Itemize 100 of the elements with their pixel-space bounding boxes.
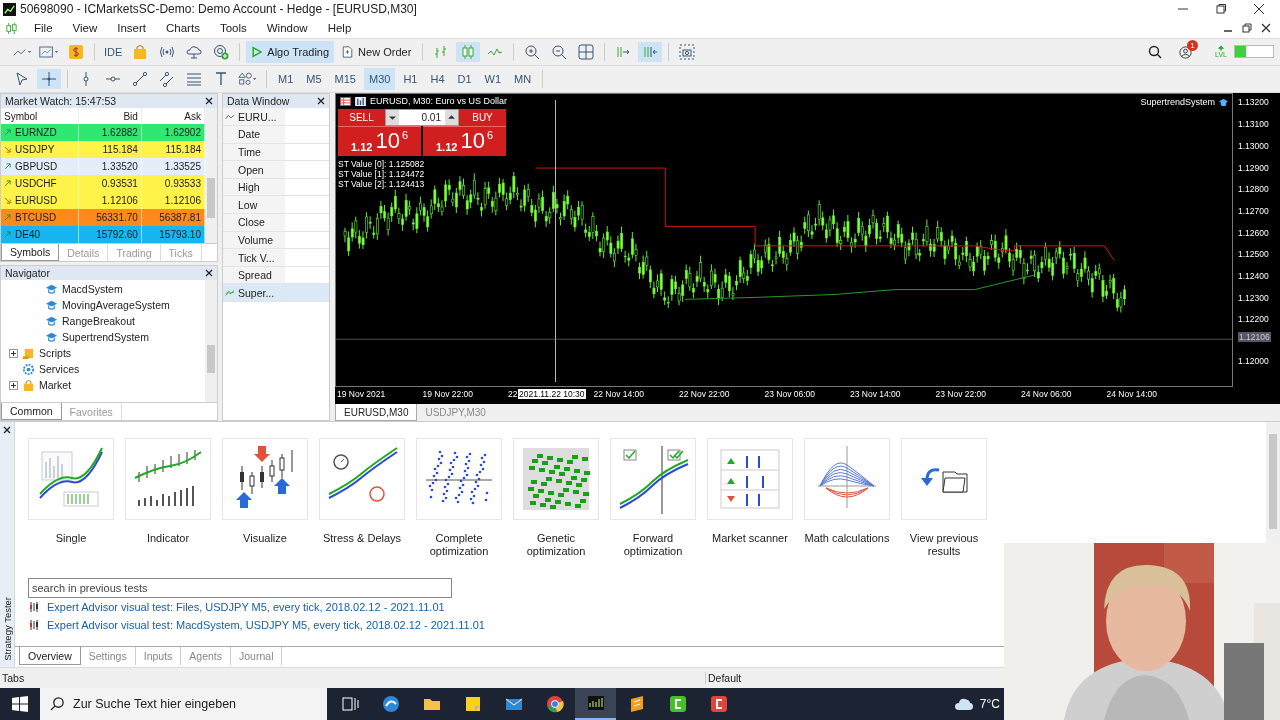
close-icon[interactable] — [205, 269, 213, 278]
mode-tile[interactable] — [610, 438, 696, 521]
data-label: Low — [238, 198, 258, 211]
menu-item[interactable]: Help — [317, 22, 362, 35]
tree-item[interactable]: MovingAverageSystem — [62, 299, 170, 312]
mode-tile[interactable] — [901, 438, 987, 521]
timeframe-button[interactable]: H1 — [398, 68, 423, 91]
mode-label[interactable]: Math calculations — [804, 532, 890, 546]
tree-item[interactable]: Services — [39, 363, 80, 376]
tree-item[interactable]: MacdSystem — [62, 283, 123, 296]
chart-tab[interactable]: EURUSD,M30 — [335, 404, 418, 422]
new-order-button[interactable]: New Order — [337, 40, 417, 63]
tree-item[interactable]: Market — [39, 379, 72, 392]
expand-toggle[interactable] — [9, 349, 18, 358]
mode-tile[interactable] — [707, 438, 793, 521]
mode-tile[interactable] — [319, 438, 405, 521]
browser-icon[interactable] — [544, 694, 565, 714]
up-arrow-icon[interactable] — [1217, 45, 1226, 52]
expand-toggle[interactable] — [9, 381, 18, 390]
tree-item[interactable]: SupertrendSystem — [62, 331, 149, 344]
tree-item[interactable]: Scripts — [39, 347, 72, 360]
table-icon[interactable] — [340, 97, 351, 106]
scroll-thumb[interactable] — [1269, 434, 1277, 530]
menu-item[interactable]: File — [24, 22, 63, 35]
scroll-thumb[interactable] — [207, 178, 215, 219]
history-link[interactable]: Expert Advisor visual test: MacdSystem, USDJPY M5, every tick, 2018.02.12 - 2021.11.01 — [47, 619, 485, 632]
timeframe-button[interactable]: M15 — [329, 68, 361, 91]
search-field[interactable]: search in previous tests — [28, 578, 452, 599]
mode-tile[interactable] — [416, 438, 502, 521]
tester-tab[interactable]: Overview — [19, 647, 81, 666]
symbol-row[interactable]: DE40 15792.60 15793.10 — [1, 226, 205, 244]
timeframe-button[interactable]: M1 — [273, 68, 299, 91]
cloud-icon[interactable] — [953, 697, 974, 711]
mode-tile[interactable] — [222, 438, 308, 521]
mode-label[interactable]: Stress & Delays — [322, 532, 402, 546]
history-link[interactable]: Expert Advisor visual test: Files, USDJPY M5, every tick, 2018.02.12 - 2021.11.01 — [47, 601, 445, 614]
close-icon[interactable] — [205, 97, 213, 106]
symbol-row[interactable]: EURNZD 1.62882 1.62902 — [1, 124, 205, 142]
mode-label[interactable]: Visualize — [243, 532, 287, 546]
mode-label[interactable]: Single — [55, 532, 87, 546]
tester-tab[interactable]: Inputs — [135, 647, 182, 666]
mode-tile[interactable] — [28, 438, 114, 521]
mode-label[interactable]: Market scanner — [712, 532, 788, 546]
close-icon[interactable] — [3, 426, 11, 435]
symbol-row[interactable]: USDJPY 115.184 115.184 — [1, 141, 205, 159]
restore-icon[interactable] — [1242, 23, 1252, 34]
account-icon[interactable] — [1178, 44, 1194, 60]
chart-icon[interactable] — [585, 693, 606, 713]
tester-tab[interactable]: Agents — [181, 647, 232, 666]
menu-item[interactable]: Window — [256, 22, 318, 35]
close-icon[interactable] — [317, 97, 325, 106]
symbol-row[interactable]: EURUSD 1.12106 1.12106 — [1, 192, 205, 210]
time-label: 23 Nov 22:00 — [935, 389, 987, 400]
task-view-icon[interactable] — [339, 694, 360, 714]
panel-tab[interactable]: Symbols — [1, 244, 60, 262]
symbol-row[interactable]: USDCHF 0.93531 0.93533 — [1, 175, 205, 193]
symbol-row[interactable]: BTCUSD 56331.70 56387.81 — [1, 209, 205, 227]
mode-tile[interactable] — [513, 438, 599, 521]
weather-temperature[interactable]: 7°C — [979, 697, 1000, 711]
mode-label[interactable]: Genetic optimization — [513, 532, 599, 559]
mode-label[interactable]: View previous results — [901, 532, 987, 559]
menu-item[interactable]: Charts — [156, 22, 210, 35]
algo-trading-button[interactable]: Algo Trading — [246, 40, 335, 63]
menu-item[interactable]: Insert — [107, 22, 156, 35]
menu-item[interactable]: View — [62, 22, 108, 35]
search-icon[interactable] — [50, 696, 65, 711]
mode-label[interactable]: Indicator — [146, 532, 190, 546]
maximize-icon[interactable] — [1216, 4, 1226, 15]
timeframe-button[interactable]: MN — [509, 68, 537, 91]
close-icon[interactable] — [1261, 23, 1271, 34]
mode-tile[interactable] — [804, 438, 890, 521]
panel-tab[interactable]: Common — [1, 403, 62, 421]
timeframe-button[interactable]: M30 — [363, 68, 396, 91]
mode-label[interactable]: Forward optimization — [610, 532, 696, 559]
tester-tab[interactable]: Journal — [231, 647, 283, 666]
tree-item[interactable]: RangeBreakout — [62, 315, 135, 328]
menu-item[interactable]: Tools — [209, 22, 257, 35]
timeframe-button[interactable]: W1 — [479, 68, 507, 91]
tester-tab[interactable]: Settings — [80, 647, 136, 666]
ide-button[interactable]: IDE — [101, 45, 126, 58]
taskbar-search-field[interactable]: Zur Suche Text hier eingeben — [40, 688, 327, 720]
timeframe-button[interactable]: D1 — [452, 68, 477, 91]
lot-size-field[interactable]: 0.01 — [385, 109, 459, 127]
browser-icon[interactable] — [380, 694, 401, 714]
mode-tile[interactable] — [125, 438, 211, 521]
chart-bars-icon[interactable] — [355, 97, 366, 106]
symbol-row[interactable]: GBPUSD 1.33520 1.33525 — [1, 158, 205, 176]
timeframe-button[interactable]: H4 — [425, 68, 450, 91]
taskbar-app[interactable] — [575, 688, 616, 720]
crosshair-icon[interactable] — [37, 69, 61, 90]
decrease-icon[interactable] — [386, 110, 399, 126]
mode-label[interactable]: Complete optimization — [416, 532, 502, 559]
close-icon[interactable] — [1254, 4, 1264, 15]
data-row[interactable]: Super... — [223, 284, 329, 302]
current-price-label: 1.12106 — [1238, 332, 1271, 343]
scroll-thumb[interactable] — [207, 345, 215, 374]
app-icon[interactable] — [708, 694, 729, 714]
timeframe-button[interactable]: M5 — [301, 68, 327, 91]
app-icon[interactable] — [667, 694, 688, 714]
increase-icon[interactable] — [445, 110, 458, 126]
